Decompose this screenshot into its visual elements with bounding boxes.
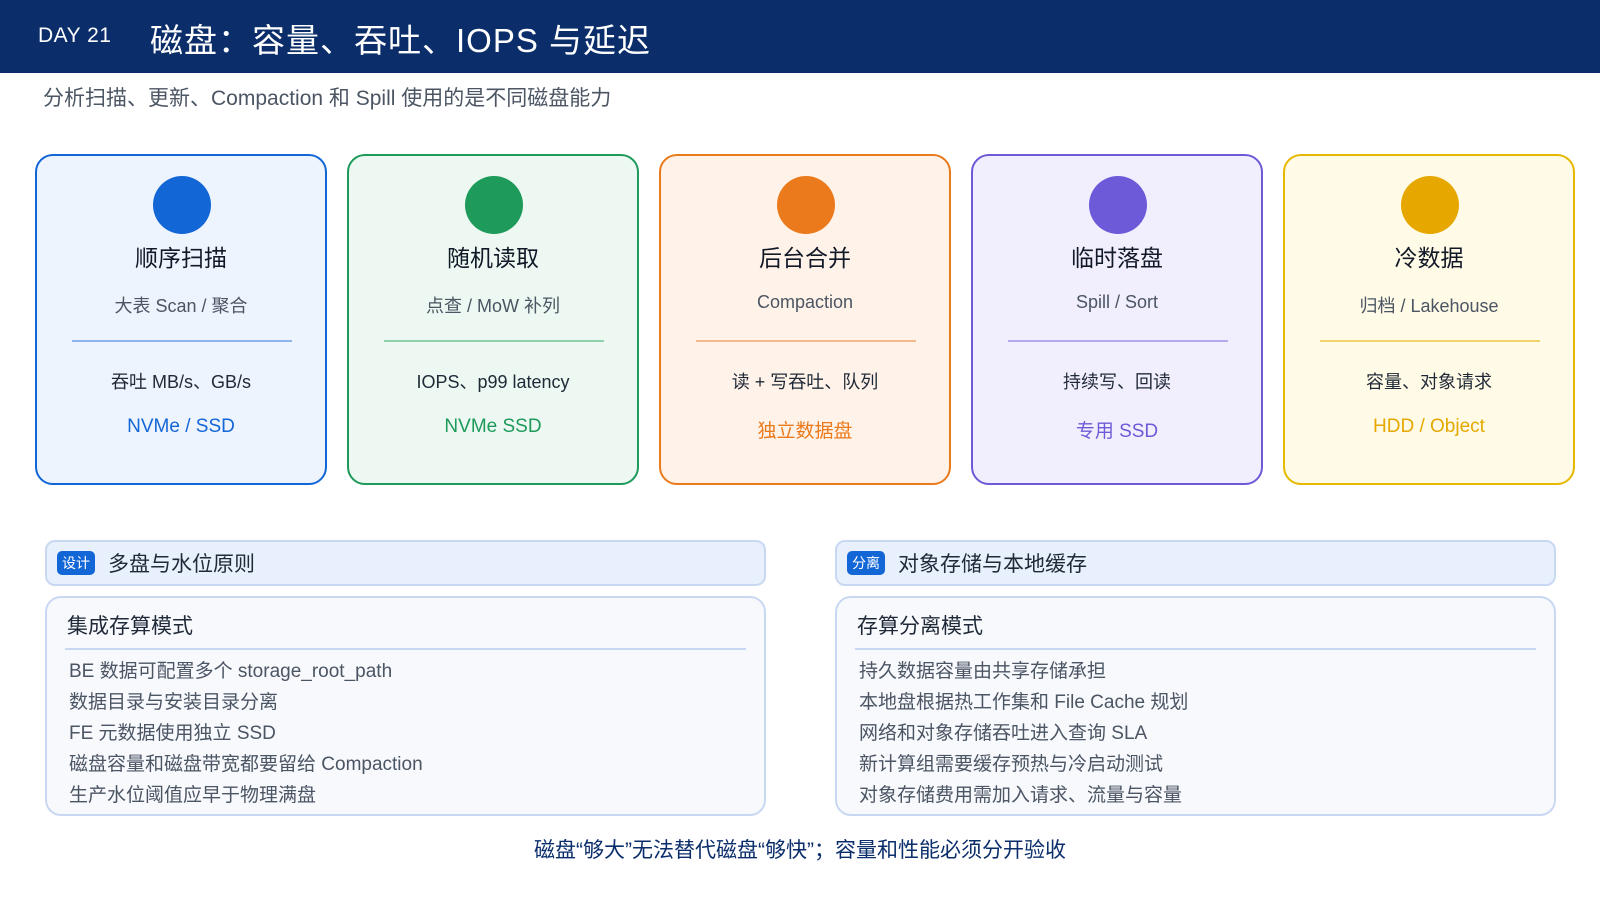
left-panel-list: BE 数据可配置多个 storage_root_path 数据目录与安装目录分离… <box>69 656 423 811</box>
card-media: NVMe SSD <box>444 416 542 437</box>
footer-note: 磁盘“够大”无法替代磁盘“够快”；容量和性能必须分开验收 <box>534 839 1066 862</box>
card-subtitle: 归档 / Lakehouse <box>1359 296 1499 316</box>
card-metric: 持续写、回读 <box>1063 372 1171 392</box>
card-divider <box>696 340 916 342</box>
card-divider <box>1008 340 1228 342</box>
card-divider <box>1320 340 1540 342</box>
circle-icon <box>465 176 523 234</box>
card-cold-data: 冷数据 归档 / Lakehouse 容量、对象请求 HDD / Object <box>1283 154 1575 485</box>
card-subtitle: 点查 / MoW 补列 <box>426 296 560 316</box>
card-metric: 容量、对象请求 <box>1366 372 1492 392</box>
list-item: 生产水位阈值应早于物理满盘 <box>69 785 317 806</box>
card-temp-spill: 临时落盘 Spill / Sort 持续写、回读 专用 SSD <box>971 154 1263 485</box>
card-media: NVMe / SSD <box>127 416 235 437</box>
card-subtitle: 大表 Scan / 聚合 <box>114 296 248 316</box>
card-divider <box>384 340 604 342</box>
left-panel-header: 设计 多盘与水位原则 <box>45 540 766 586</box>
right-panel-header: 分离 对象存储与本地缓存 <box>835 540 1556 586</box>
right-panel-body-title: 存算分离模式 <box>857 615 983 638</box>
card-media: 独立数据盘 <box>757 421 853 442</box>
panel-divider <box>855 648 1536 650</box>
page-subtitle: 分析扫描、更新、Compaction 和 Spill 使用的是不同磁盘能力 <box>43 87 612 110</box>
day-label: DAY 21 <box>38 24 112 47</box>
right-panel-body: 存算分离模式 持久数据容量由共享存储承担 本地盘根据热工作集和 File Cac… <box>835 596 1556 816</box>
card-sequential-scan: 顺序扫描 大表 Scan / 聚合 吞吐 MB/s、GB/s NVMe / SS… <box>35 154 327 485</box>
panel-divider <box>65 648 746 650</box>
page-title: 磁盘：容量、吞吐、IOPS 与延迟 <box>150 22 652 59</box>
list-item: 持久数据容量由共享存储承担 <box>859 661 1107 682</box>
card-metric: IOPS、p99 latency <box>416 372 570 392</box>
list-item: 网络和对象存储吞吐进入查询 SLA <box>859 723 1148 744</box>
list-item: 对象存储费用需加入请求、流量与容量 <box>859 785 1183 806</box>
card-metric: 吞吐 MB/s、GB/s <box>110 372 251 392</box>
card-subtitle: Spill / Sort <box>1075 292 1159 312</box>
card-media: HDD / Object <box>1373 416 1485 437</box>
card-subtitle: Compaction <box>756 292 854 312</box>
circle-icon <box>153 176 211 234</box>
list-item: BE 数据可配置多个 storage_root_path <box>69 661 393 682</box>
left-panel-body-title: 集成存算模式 <box>67 615 193 638</box>
card-title: 冷数据 <box>1394 245 1464 271</box>
separation-tag: 分离 <box>847 551 885 575</box>
card-title: 随机读取 <box>447 245 539 271</box>
card-media: 专用 SSD <box>1075 421 1159 442</box>
list-item: 磁盘容量和磁盘带宽都要留给 Compaction <box>69 754 423 775</box>
list-item: 本地盘根据热工作集和 File Cache 规划 <box>859 692 1189 713</box>
card-title: 顺序扫描 <box>135 245 227 271</box>
right-panel-title: 对象存储与本地缓存 <box>898 553 1087 576</box>
circle-icon <box>1089 176 1147 234</box>
header-bar: DAY 21 磁盘：容量、吞吐、IOPS 与延迟 <box>0 0 1600 73</box>
list-item: 新计算组需要缓存预热与冷启动测试 <box>859 754 1164 775</box>
circle-icon <box>1401 176 1459 234</box>
card-divider <box>72 340 292 342</box>
design-tag: 设计 <box>57 551 95 575</box>
list-item: 数据目录与安装目录分离 <box>69 692 279 713</box>
right-panel-list: 持久数据容量由共享存储承担 本地盘根据热工作集和 File Cache 规划 网… <box>859 656 1188 811</box>
left-panel-title: 多盘与水位原则 <box>108 553 255 576</box>
list-item: FE 元数据使用独立 SSD <box>69 723 276 744</box>
card-metric: 读 + 写吞吐、队列 <box>731 372 879 392</box>
circle-icon <box>777 176 835 234</box>
left-panel-body: 集成存算模式 BE 数据可配置多个 storage_root_path 数据目录… <box>45 596 766 816</box>
card-random-read: 随机读取 点查 / MoW 补列 IOPS、p99 latency NVMe S… <box>347 154 639 485</box>
card-title: 临时落盘 <box>1071 245 1163 271</box>
card-background-merge: 后台合并 Compaction 读 + 写吞吐、队列 独立数据盘 <box>659 154 951 485</box>
card-title: 后台合并 <box>759 245 851 271</box>
